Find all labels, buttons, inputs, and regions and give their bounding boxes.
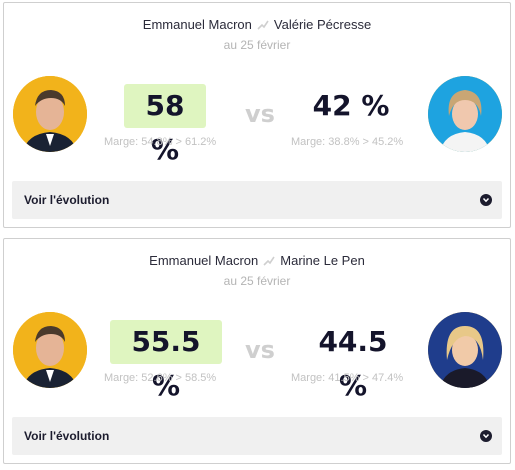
see-evolution-label: Voir l'évolution: [24, 429, 110, 443]
duel-header: Emmanuel Macron Marine Le Pen: [4, 253, 510, 268]
poll-date: au 25 février: [223, 38, 291, 52]
lepen-avatar: [428, 312, 502, 388]
candidate-a-name: Emmanuel Macron: [149, 253, 259, 268]
duel-card-macron-pecresse: Emmanuel Macron Valérie Pécresse au 25 f…: [3, 2, 511, 228]
candidate-b-margin: Marge: 41.5% > 47.4%: [291, 372, 404, 384]
candidate-a-margin: Marge: 52.6% > 58.5%: [104, 372, 217, 384]
candidate-a-name: Emmanuel Macron: [142, 17, 252, 32]
vs-label: vs: [245, 336, 275, 364]
candidate-a-percentage: 58 %: [124, 84, 206, 166]
vs-label: vs: [245, 100, 275, 128]
macron-avatar: [13, 76, 87, 152]
see-evolution-label: Voir l'évolution: [24, 193, 110, 207]
poll-date: au 25 février: [223, 274, 291, 288]
candidate-a-margin: Marge: 54.8% > 61.2%: [104, 136, 217, 148]
candidate-b-percentage: 42 %: [312, 89, 390, 122]
chevron-down-icon: [480, 194, 492, 206]
candidate-b-name: Valérie Pécresse: [273, 17, 372, 32]
chevron-down-icon: [480, 430, 492, 442]
duel-card-macron-lepen: Emmanuel Macron Marine Le Pen au 25 févr…: [3, 238, 511, 464]
candidate-a-percentage: 55.5 %: [110, 320, 222, 402]
candidate-b-name: Marine Le Pen: [280, 253, 365, 268]
see-evolution-toggle[interactable]: Voir l'évolution: [12, 417, 502, 455]
macron-avatar: [13, 312, 87, 388]
versus-spark-icon: [257, 20, 269, 30]
candidate-b-margin: Marge: 38.8% > 45.2%: [291, 136, 404, 148]
versus-spark-icon: [263, 256, 275, 266]
candidate-b-percentage: 44.5 %: [318, 325, 388, 402]
duel-header: Emmanuel Macron Valérie Pécresse: [4, 17, 510, 32]
pecresse-avatar: [428, 76, 502, 152]
see-evolution-toggle[interactable]: Voir l'évolution: [12, 181, 502, 219]
